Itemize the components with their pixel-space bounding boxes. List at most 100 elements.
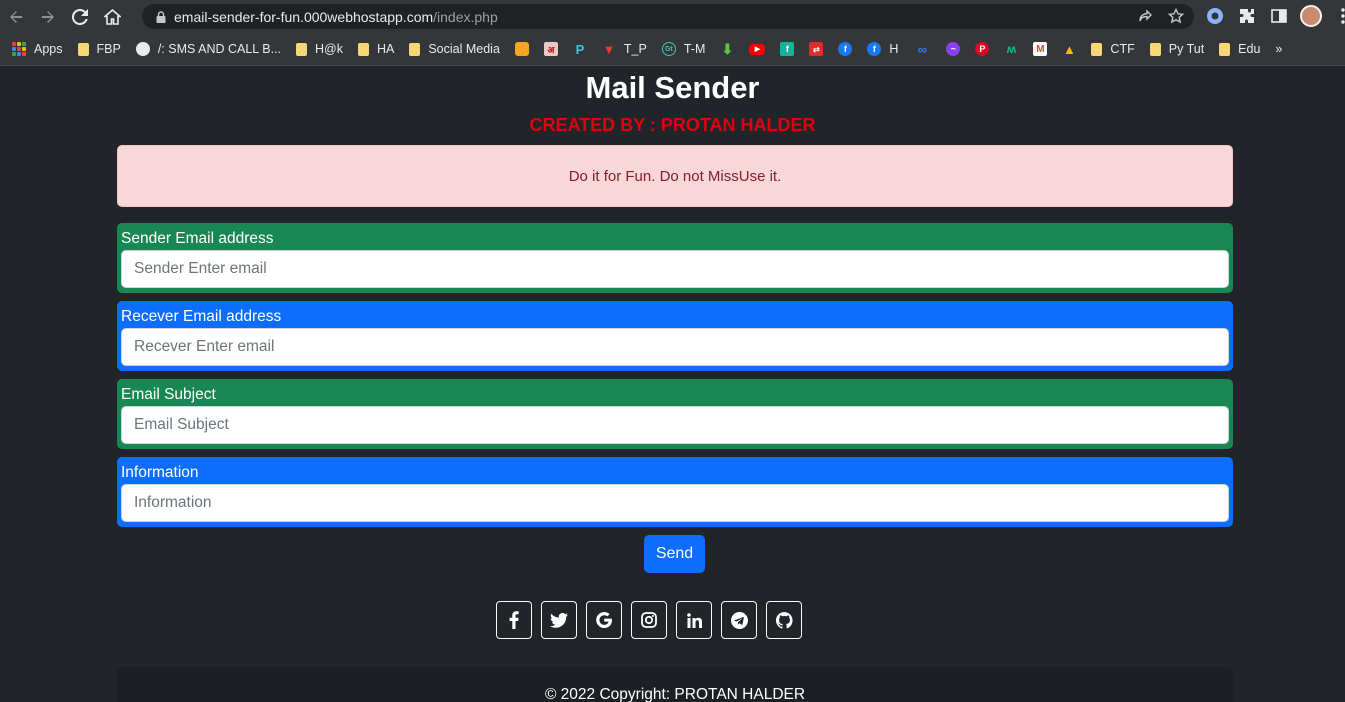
folder-icon bbox=[1219, 42, 1231, 56]
pinterest-icon: P bbox=[975, 42, 990, 56]
facebook-icon: f bbox=[867, 42, 882, 56]
linkedin-link[interactable] bbox=[676, 601, 712, 639]
hindi-site-icon: अ bbox=[543, 42, 558, 56]
sender-email-group: Sender Email address bbox=[117, 223, 1233, 293]
information-input[interactable] bbox=[121, 484, 1229, 522]
share-icon[interactable] bbox=[1138, 8, 1154, 28]
orange-site-icon bbox=[514, 42, 529, 56]
alert-text: Do it for Fun. Do not MissUse it. bbox=[568, 167, 782, 185]
footer: © 2022 Copyright: PROTAN HALDER bbox=[117, 667, 1233, 702]
bookmark-f-teal[interactable]: f bbox=[780, 42, 795, 56]
folder-icon bbox=[357, 42, 369, 56]
messenger-icon: ~ bbox=[946, 42, 961, 56]
twitter-link[interactable] bbox=[541, 601, 577, 639]
download-icon: ⬇ bbox=[721, 40, 734, 57]
receiver-email-label: Recever Email address bbox=[121, 308, 282, 325]
bookmark-hindi[interactable]: अ bbox=[543, 42, 558, 56]
bookmark-p[interactable]: P bbox=[573, 41, 587, 57]
bookmark-drive[interactable]: ▲ bbox=[1062, 41, 1076, 57]
bookmark-pytut[interactable]: Py Tut bbox=[1149, 42, 1205, 56]
bookmark-label: Apps bbox=[34, 42, 63, 56]
bookmark-orange[interactable] bbox=[514, 42, 529, 56]
puzzle-icon[interactable] bbox=[1236, 4, 1258, 28]
bookmark-edu[interactable]: Edu bbox=[1219, 42, 1260, 56]
sidebar-icon[interactable] bbox=[1268, 4, 1290, 28]
meta-icon: ∞ bbox=[917, 41, 928, 57]
extension-icon[interactable] bbox=[1204, 4, 1226, 28]
bookmark-label: Py Tut bbox=[1168, 42, 1205, 56]
m-green-icon: ʍ bbox=[1006, 42, 1017, 56]
telegram-icon bbox=[730, 611, 748, 629]
information-label: Information bbox=[121, 464, 199, 481]
address-bar[interactable]: email-sender-for-fun.000webhostapp.com/i… bbox=[142, 4, 1194, 29]
url-path: /index.php bbox=[433, 8, 498, 25]
receiver-email-input[interactable] bbox=[121, 328, 1229, 366]
bookmark-social-media[interactable]: Social Media bbox=[409, 42, 500, 56]
bookmarks-overflow[interactable]: » bbox=[1275, 42, 1282, 56]
bookmark-ha[interactable]: HA bbox=[357, 42, 395, 56]
footer-copyright: © 2022 Copyright: PROTAN HALDER bbox=[544, 686, 806, 702]
globe-icon bbox=[135, 42, 150, 56]
bookmark-download[interactable]: ⬇ bbox=[720, 40, 734, 57]
bookmark-tm[interactable]: Gt T-M bbox=[661, 42, 706, 56]
bookmark-tp[interactable]: ▼ T_P bbox=[602, 41, 646, 57]
star-icon[interactable] bbox=[1167, 7, 1185, 28]
instagram-link[interactable] bbox=[631, 601, 667, 639]
forward-icon[interactable] bbox=[32, 0, 64, 33]
bookmark-messenger[interactable]: ~ bbox=[946, 42, 961, 56]
sender-email-input[interactable] bbox=[121, 250, 1229, 288]
url-host: email-sender-for-fun.000webhostapp.com bbox=[174, 8, 434, 25]
bookmark-ctf[interactable]: CTF bbox=[1091, 42, 1135, 56]
folder-icon bbox=[296, 42, 307, 56]
bookmark-label: HA bbox=[376, 42, 395, 56]
bookmark-meta[interactable]: ∞ bbox=[913, 41, 931, 57]
google-link[interactable] bbox=[586, 601, 622, 639]
bookmark-m-green[interactable]: ʍ bbox=[1004, 42, 1018, 56]
send-button[interactable]: Send bbox=[644, 535, 705, 573]
google-icon bbox=[596, 612, 612, 628]
bookmark-h[interactable]: f H bbox=[867, 42, 898, 56]
home-icon[interactable] bbox=[96, 0, 128, 33]
bookmark-sms[interactable]: /: SMS AND CALL B... bbox=[135, 42, 281, 56]
circle-logo-icon: Gt bbox=[661, 42, 676, 56]
bookmark-hak[interactable]: H@k bbox=[296, 42, 343, 56]
reload-icon[interactable] bbox=[64, 0, 96, 33]
apps-grid-icon bbox=[12, 42, 26, 56]
bookmark-red[interactable]: ⇄ bbox=[809, 42, 824, 56]
bookmark-label: Social Media bbox=[428, 42, 500, 56]
page-title: Mail Sender bbox=[585, 70, 760, 105]
github-icon bbox=[775, 611, 793, 629]
instagram-icon bbox=[641, 612, 657, 628]
bookmark-youtube[interactable]: ▶ bbox=[749, 43, 766, 55]
bookmark-label: H@k bbox=[315, 42, 343, 56]
sender-email-label: Sender Email address bbox=[121, 230, 274, 247]
gmail-icon: M bbox=[1033, 42, 1048, 56]
drive-icon: ▲ bbox=[1062, 41, 1076, 57]
folder-icon bbox=[77, 42, 89, 56]
social-links bbox=[496, 601, 802, 639]
bookmark-facebook[interactable]: f bbox=[838, 42, 853, 56]
p-logo-icon: P bbox=[575, 41, 585, 57]
folder-icon bbox=[1149, 42, 1161, 56]
menu-icon[interactable] bbox=[1332, 4, 1345, 28]
bookmark-gmail[interactable]: M bbox=[1033, 42, 1048, 56]
bookmark-apps[interactable]: Apps bbox=[12, 42, 63, 56]
email-subject-input[interactable] bbox=[121, 406, 1229, 444]
github-link[interactable] bbox=[766, 601, 802, 639]
facebook-icon: f bbox=[838, 42, 853, 56]
facebook-link[interactable] bbox=[496, 601, 532, 639]
browser-toolbar: email-sender-for-fun.000webhostapp.com/i… bbox=[0, 0, 1345, 33]
avatar[interactable] bbox=[1300, 4, 1322, 28]
back-icon[interactable] bbox=[0, 0, 32, 33]
bookmark-label: CTF bbox=[1110, 42, 1135, 56]
bookmark-pinterest[interactable]: P bbox=[975, 42, 990, 56]
telegram-link[interactable] bbox=[721, 601, 757, 639]
triangle-icon: ▼ bbox=[602, 41, 616, 57]
email-subject-label: Email Subject bbox=[121, 386, 216, 403]
url-text[interactable]: email-sender-for-fun.000webhostapp.com/i… bbox=[174, 9, 498, 25]
bookmark-fbp[interactable]: FBP bbox=[77, 42, 121, 56]
page-subtitle: CREATED BY : PROTAN HALDER bbox=[529, 115, 816, 135]
bookmark-label: T-M bbox=[683, 42, 706, 56]
lock-icon[interactable] bbox=[154, 10, 168, 23]
bookmarks-bar: Apps FBP /: SMS AND CALL B... H@k HA Soc… bbox=[0, 33, 1345, 66]
